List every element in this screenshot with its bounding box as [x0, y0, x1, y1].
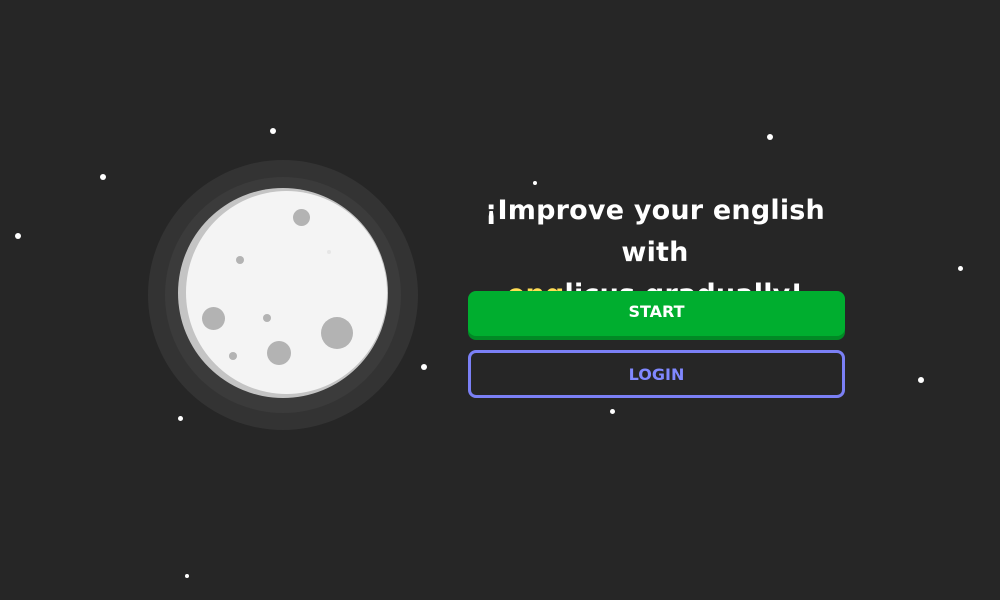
start-button-label: START — [628, 302, 685, 321]
star — [767, 134, 773, 140]
moon-crater — [321, 317, 353, 349]
moon-crater — [229, 352, 237, 360]
login-button[interactable]: LOGIN — [468, 350, 845, 398]
moon-crater — [202, 307, 225, 330]
star — [270, 128, 276, 134]
star — [100, 174, 106, 180]
star — [533, 181, 537, 185]
star — [185, 574, 189, 578]
star — [178, 416, 183, 421]
star — [421, 364, 427, 370]
login-button-label: LOGIN — [628, 364, 685, 384]
star — [610, 409, 615, 414]
moon-crater — [293, 209, 310, 226]
moon-face — [186, 191, 387, 394]
moon-crater — [236, 256, 244, 264]
moon-crater — [267, 341, 291, 365]
star — [918, 377, 924, 383]
start-button[interactable]: START — [468, 291, 845, 336]
moon-crater — [263, 314, 271, 322]
star — [958, 266, 963, 271]
headline-line-1: ¡Improve your english with — [485, 195, 825, 268]
moon-crater — [327, 250, 331, 254]
star — [15, 233, 21, 239]
